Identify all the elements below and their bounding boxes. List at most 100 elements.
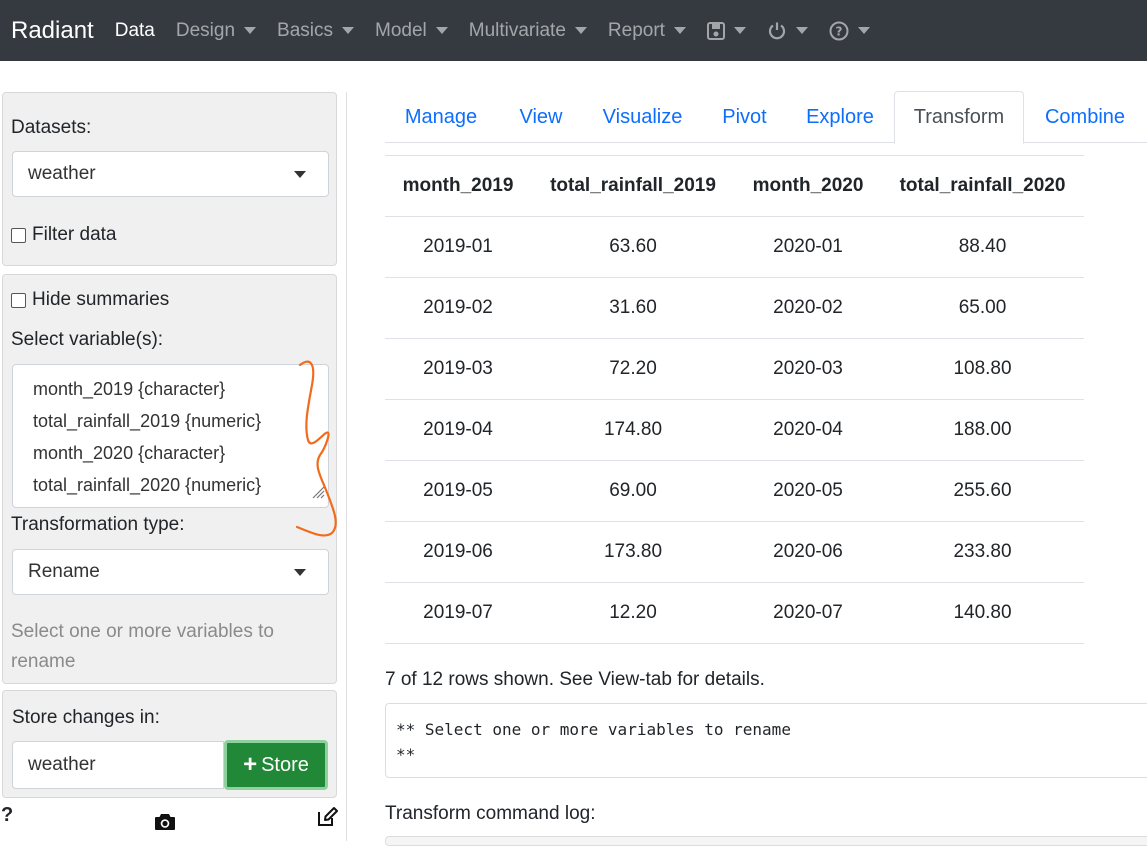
save-icon — [706, 21, 725, 40]
table-cell: 2020-05 — [735, 460, 881, 522]
rows-shown-note: 7 of 12 rows shown. See View-tab for det… — [385, 669, 765, 690]
nav-report[interactable]: Report — [608, 20, 686, 42]
store-button[interactable]: + Store — [224, 740, 328, 790]
nav-save-menu[interactable] — [706, 21, 746, 40]
tab-transform[interactable]: Transform — [894, 91, 1024, 144]
transformation-type-value: Rename — [28, 561, 100, 582]
variable-option[interactable]: month_2020 {character} — [13, 437, 328, 469]
dataset-panel: Datasets: weather Filter data — [2, 92, 337, 266]
table-row: 2019-01 63.60 2020-01 88.40 — [385, 216, 1084, 278]
sidebar-divider — [346, 92, 347, 841]
chevron-down-icon — [733, 27, 746, 34]
variable-option[interactable]: total_rainfall_2020 {numeric} — [13, 469, 328, 501]
nav-report-label: Report — [607, 19, 665, 41]
svg-text:?: ? — [835, 24, 842, 38]
tab-view[interactable]: View — [505, 91, 577, 143]
checkbox-box[interactable] — [11, 292, 26, 308]
table-cell: 2019-06 — [385, 521, 531, 583]
nav-multivariate-label: Multivariate — [468, 19, 566, 41]
resize-handle-icon[interactable] — [311, 485, 325, 504]
table-cell: 65.00 — [881, 277, 1084, 339]
nav-help-menu[interactable]: ? — [829, 21, 870, 41]
column-header: total_rainfall_2020 — [881, 155, 1084, 217]
table-cell: 2020-07 — [735, 582, 881, 644]
help-icon[interactable]: ? — [1, 804, 13, 827]
chevron-down-icon — [294, 171, 306, 178]
table-cell: 2020-02 — [735, 277, 881, 339]
sidebar-footer: ? — [0, 802, 345, 841]
table-cell: 140.80 — [881, 582, 1084, 644]
tab-explore[interactable]: Explore — [795, 91, 885, 143]
table-cell: 2019-02 — [385, 277, 531, 339]
transformation-type-label: Transformation type: — [11, 514, 185, 535]
checkbox-box[interactable] — [11, 227, 26, 243]
tab-combine[interactable]: Combine — [1035, 91, 1135, 143]
hide-summaries-checkbox[interactable]: Hide summaries — [11, 289, 169, 311]
nav-model[interactable]: Model — [375, 20, 448, 42]
table-cell: 2020-04 — [735, 399, 881, 461]
table-row: 2019-07 12.20 2020-07 140.80 — [385, 582, 1084, 644]
nav-design[interactable]: Design — [175, 19, 257, 42]
chevron-down-icon — [294, 569, 306, 576]
nav-basics[interactable]: Basics — [277, 20, 354, 42]
table-row: 2019-04 174.80 2020-04 188.00 — [385, 399, 1084, 461]
table-cell: 63.60 — [531, 216, 735, 278]
transform-output: ** Select one or more variables to renam… — [385, 703, 1147, 778]
transform-log-textarea[interactable] — [385, 836, 1147, 846]
chevron-down-icon — [795, 27, 808, 34]
table-cell: 31.60 — [531, 277, 735, 339]
help-circle-icon: ? — [829, 21, 849, 41]
chevron-down-icon — [244, 27, 257, 34]
store-changes-label: Store changes in: — [12, 707, 160, 728]
filter-data-label: Filter data — [32, 224, 117, 245]
nav-multivariate[interactable]: Multivariate — [469, 20, 587, 42]
table-cell: 255.60 — [881, 460, 1084, 522]
table-row: 2019-06 173.80 2020-06 233.80 — [385, 521, 1084, 583]
table-row: 2019-03 72.20 2020-03 108.80 — [385, 338, 1084, 400]
chevron-down-icon — [342, 27, 354, 34]
store-button-label: Store — [261, 753, 309, 776]
transform-log-label: Transform command log: — [385, 803, 596, 824]
table-cell: 2019-07 — [385, 582, 531, 644]
tab-manage[interactable]: Manage — [385, 91, 497, 143]
dataset-select[interactable]: weather — [12, 151, 329, 197]
variable-multiselect[interactable]: month_2019 {character} total_rainfall_20… — [12, 364, 329, 508]
store-name-value: weather — [28, 754, 96, 775]
table-cell: 188.00 — [881, 399, 1084, 461]
brand-logo[interactable]: Radiant — [11, 17, 94, 45]
table-cell: 2019-01 — [385, 216, 531, 278]
nav-model-label: Model — [375, 19, 427, 41]
edit-icon[interactable] — [316, 806, 338, 833]
tab-pivot[interactable]: Pivot — [707, 91, 782, 143]
nav-design-label: Design — [175, 19, 236, 41]
datasets-label: Datasets: — [11, 117, 92, 138]
power-icon — [767, 21, 787, 41]
table-cell: 174.80 — [531, 399, 735, 461]
table-cell: 12.20 — [531, 582, 735, 644]
nav-power-menu[interactable] — [767, 21, 808, 41]
table-cell: 2019-04 — [385, 399, 531, 461]
table-cell: 2019-05 — [385, 460, 531, 522]
column-header: month_2019 — [385, 155, 531, 217]
variable-option[interactable]: total_rainfall_2019 {numeric} — [13, 405, 328, 437]
nav-data[interactable]: Data — [115, 20, 155, 42]
table-cell: 2020-01 — [735, 216, 881, 278]
transformation-type-select[interactable]: Rename — [12, 549, 329, 595]
store-name-input[interactable]: weather — [12, 741, 224, 789]
chevron-down-icon — [857, 27, 870, 34]
variable-option[interactable]: month_2019 {character} — [13, 373, 328, 405]
camera-icon[interactable] — [154, 812, 176, 836]
filter-data-checkbox[interactable]: Filter data — [11, 224, 116, 246]
table-header-row: month_2019 total_rainfall_2019 month_202… — [385, 155, 1084, 217]
table-cell: 2020-06 — [735, 521, 881, 583]
chevron-down-icon — [673, 27, 686, 34]
nav-basics-label: Basics — [277, 19, 333, 41]
select-variables-label: Select variable(s): — [11, 329, 164, 350]
table-cell: 2020-03 — [735, 338, 881, 400]
column-header: total_rainfall_2019 — [531, 155, 735, 217]
transform-panel: Hide summaries Select variable(s): month… — [2, 274, 337, 684]
rename-hint: Select one or more variables to rename — [11, 621, 274, 672]
plus-icon: + — [243, 751, 258, 778]
tab-visualize[interactable]: Visualize — [590, 91, 695, 143]
store-panel: Store changes in: weather + Store — [2, 690, 337, 798]
